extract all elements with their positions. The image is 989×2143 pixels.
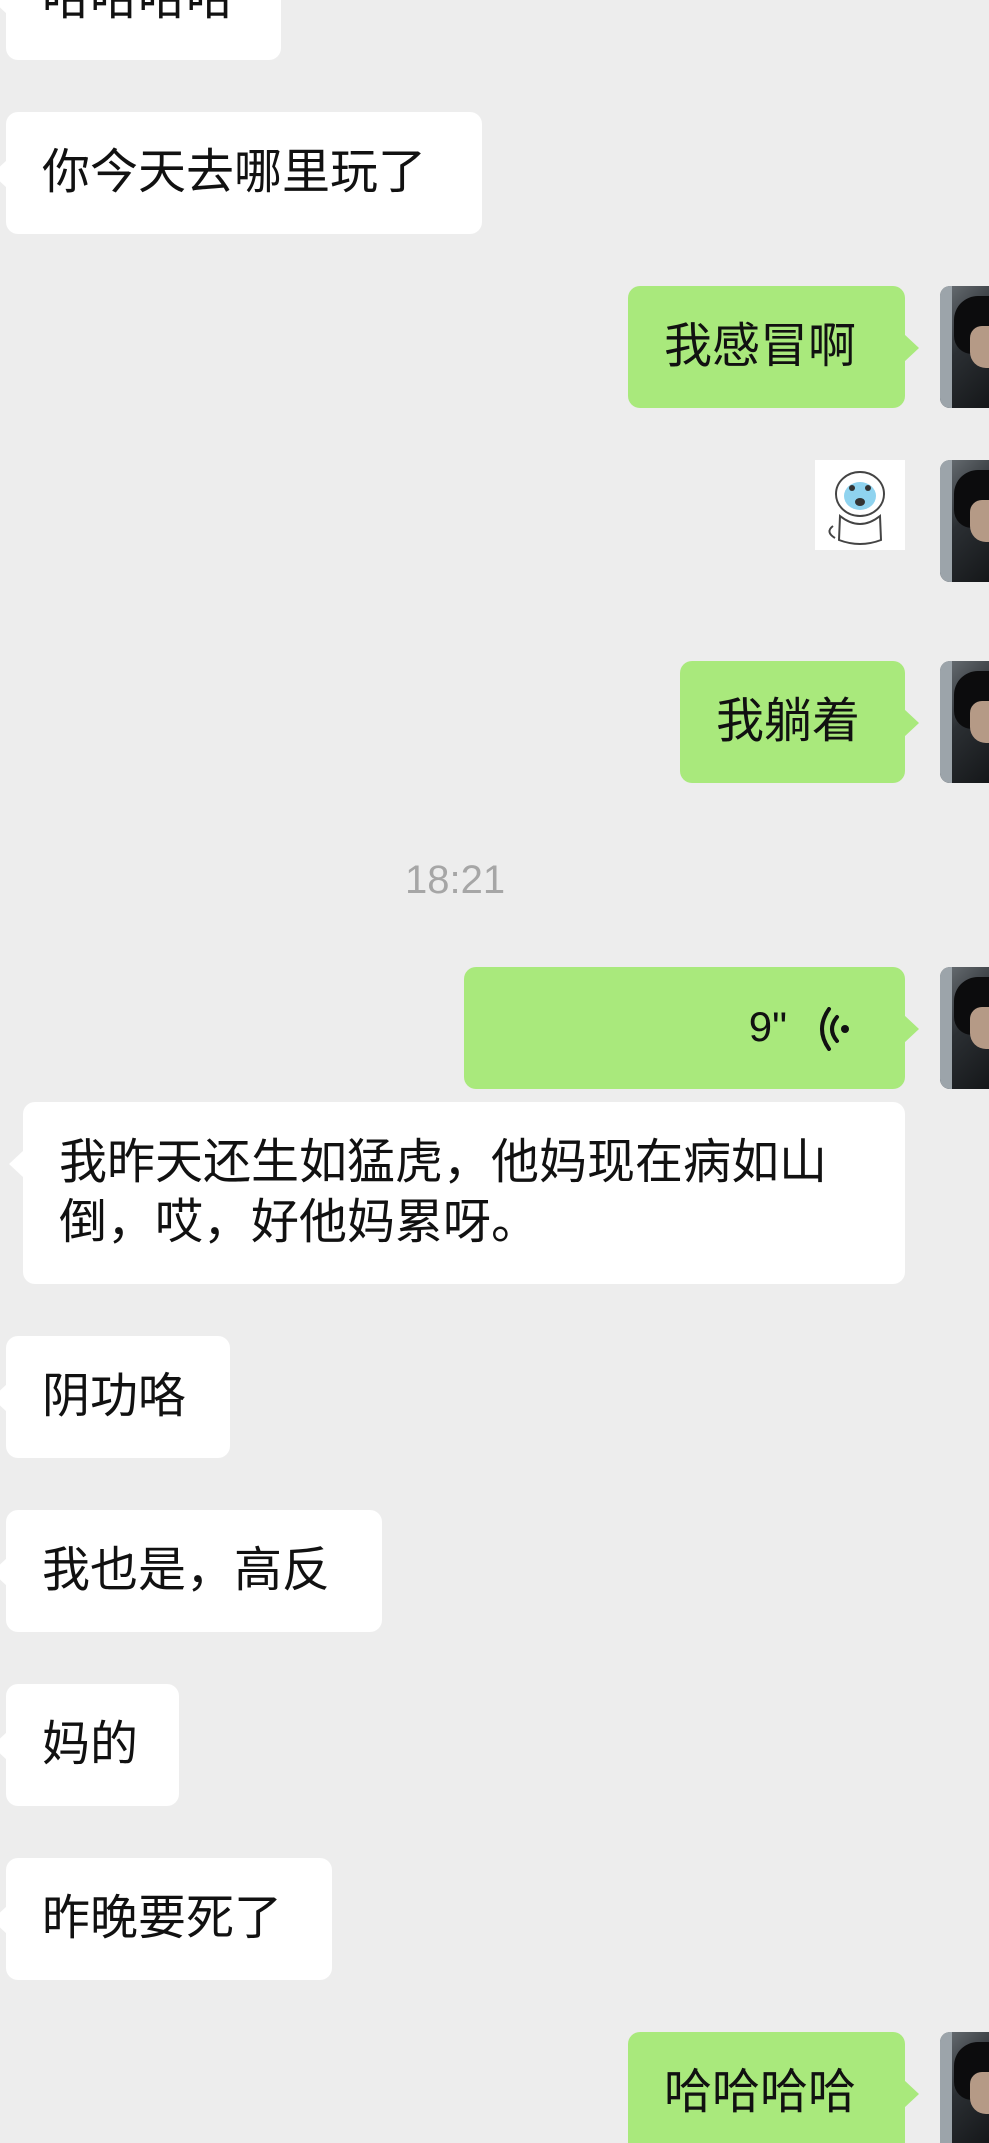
incoming-message[interactable]: 我也是，高反 — [0, 1510, 382, 1632]
voice-wave-icon — [819, 1005, 853, 1065]
message-text: 妈的 — [42, 1716, 139, 1772]
avatar[interactable] — [940, 2032, 989, 2143]
message-text: 我感冒啊 — [664, 318, 857, 374]
message-text: 哈哈哈哈 — [664, 2064, 857, 2120]
message-text: 你今天去哪里玩了 — [42, 144, 427, 200]
incoming-message[interactable]: 妈的 — [0, 1684, 179, 1806]
message-text: 昨晚要死了 — [42, 1890, 283, 1946]
crying-face-sticker[interactable] — [815, 460, 905, 550]
message-text-line-2: 倒，哎，好他妈累呀。 — [59, 1194, 540, 1250]
avatar[interactable] — [940, 661, 989, 783]
voice-message[interactable]: 9" — [464, 967, 919, 1089]
voice-duration: 9" — [748, 1003, 787, 1050]
outgoing-message[interactable]: 我躺着 — [680, 661, 919, 783]
incoming-message[interactable]: 阴功咯 — [0, 1336, 230, 1458]
message-text: 我躺着 — [716, 693, 861, 749]
crying-face-icon — [828, 471, 885, 545]
message-text-line-1: 我昨天还生如猛虎，他妈现在病如山 — [59, 1134, 828, 1190]
message-text: 我也是，高反 — [42, 1542, 331, 1598]
avatar[interactable] — [940, 286, 989, 408]
avatar[interactable] — [940, 460, 989, 582]
avatar[interactable] — [940, 967, 989, 1089]
outgoing-message[interactable]: 我感冒啊 — [628, 286, 919, 408]
incoming-message[interactable]: 昨晚要死了 — [0, 1858, 332, 1980]
message-text: 阴功咯 — [42, 1368, 187, 1424]
incoming-message[interactable]: 哈哈哈哈 — [0, 0, 281, 60]
message-text: 哈哈哈哈 — [42, 0, 234, 28]
incoming-message[interactable]: 我昨天还生如猛虎，他妈现在病如山 倒，哎，好他妈累呀。 — [9, 1102, 905, 1284]
incoming-message[interactable]: 你今天去哪里玩了 — [0, 112, 482, 234]
message-timestamp: 18:21 — [405, 858, 506, 902]
outgoing-message[interactable]: 哈哈哈哈 — [628, 2032, 919, 2143]
